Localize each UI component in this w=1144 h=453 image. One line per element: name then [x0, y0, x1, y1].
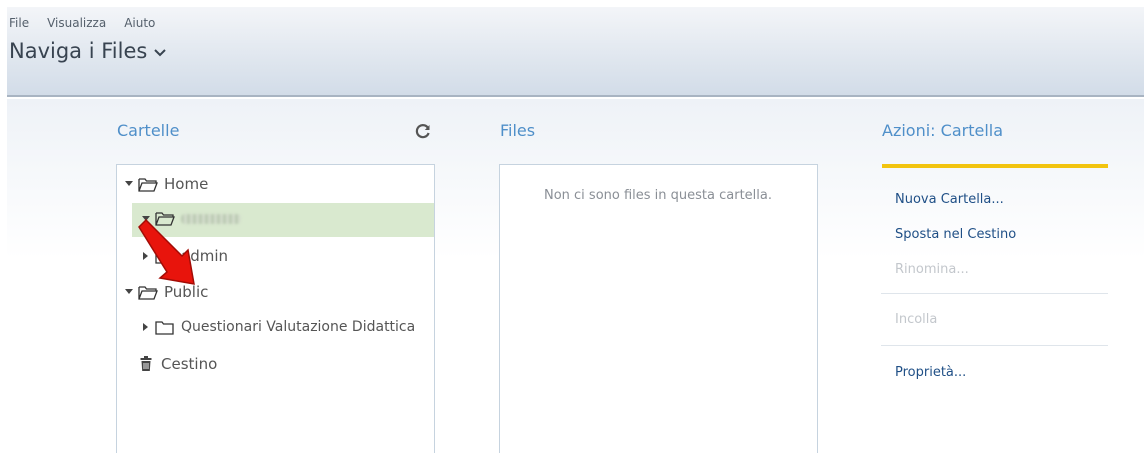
tree-item-label: Cestino [161, 355, 218, 373]
menu-file[interactable]: File [9, 16, 29, 30]
menu-help[interactable]: Aiuto [124, 16, 155, 30]
move-to-trash-action[interactable]: Sposta nel Cestino [895, 227, 1016, 242]
empty-files-message: Non ci sono files in questa cartella. [543, 188, 772, 203]
folder-icon [155, 320, 175, 335]
app-header: File Visualizza Aiuto Naviga i Files [7, 7, 1144, 97]
files-panel [499, 164, 818, 453]
files-title: Files [500, 121, 536, 140]
actions-divider [881, 345, 1108, 346]
tree-item-trash[interactable]: Cestino [140, 355, 217, 373]
tree-item-questionari[interactable]: Questionari Valutazione Didattica [141, 319, 415, 335]
tree-item-home[interactable]: Home [124, 175, 208, 193]
caret-down-icon[interactable] [124, 289, 134, 295]
trash-icon [140, 356, 152, 372]
tree-item-label: Home [164, 175, 209, 193]
tree-item-label: Questionari Valutazione Didattica [181, 319, 416, 335]
page-title-text: Naviga i Files [9, 39, 148, 63]
paste-action: Incolla [895, 312, 938, 327]
folders-title: Cartelle [117, 121, 180, 140]
menu-bar: File Visualizza Aiuto [9, 16, 155, 30]
page-title[interactable]: Naviga i Files [9, 39, 167, 63]
chevron-down-icon [154, 49, 167, 57]
new-folder-action[interactable]: Nuova Cartella... [895, 192, 1004, 207]
caret-down-icon[interactable] [124, 181, 134, 187]
rename-action: Rinomina... [895, 262, 969, 277]
refresh-icon[interactable] [414, 122, 432, 140]
caret-right-icon[interactable] [141, 323, 151, 331]
menu-view[interactable]: Visualizza [47, 16, 106, 30]
folder-open-icon [138, 177, 158, 192]
actions-divider [881, 293, 1108, 294]
actions-accent-bar [882, 164, 1108, 168]
properties-action[interactable]: Proprietà... [895, 365, 966, 380]
actions-title: Azioni: Cartella [882, 121, 1004, 140]
red-arrow-annotation [138, 218, 195, 285]
